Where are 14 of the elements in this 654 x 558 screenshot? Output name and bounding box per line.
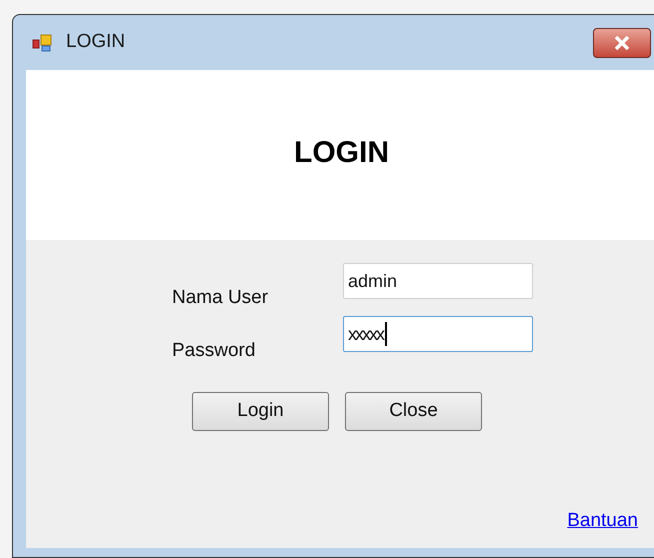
window-title: LOGIN: [66, 30, 126, 54]
dialog-button[interactable]: Login: [192, 392, 329, 431]
header-title: LOGIN: [294, 134, 389, 170]
close-button[interactable]: [593, 28, 651, 58]
field-value: xxxxx: [348, 322, 383, 346]
input-field[interactable]: admin: [343, 263, 533, 299]
field-label: Password: [172, 338, 256, 362]
dialog-button[interactable]: Close: [345, 392, 482, 431]
input-field[interactable]: xxxxx: [343, 316, 533, 352]
text-cursor: [385, 322, 387, 346]
field-label: Nama User: [172, 286, 270, 310]
help-link[interactable]: Bantuan: [567, 506, 638, 535]
close-icon: [614, 36, 630, 50]
field-value: admin: [348, 270, 398, 292]
